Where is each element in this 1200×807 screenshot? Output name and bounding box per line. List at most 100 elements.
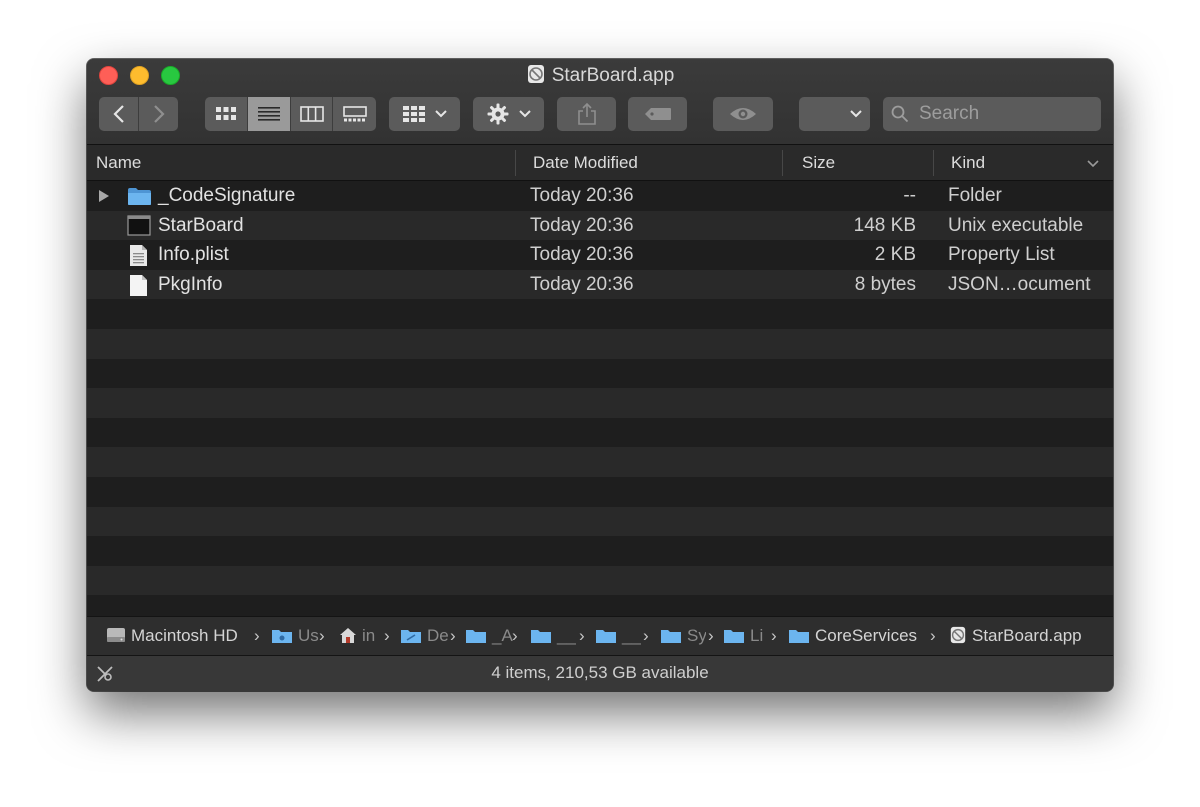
- file-size: 148 KB: [853, 214, 916, 236]
- path-item-folder[interactable]: __: [595, 617, 641, 655]
- empty-row: [87, 565, 1113, 596]
- columns-icon: [299, 106, 324, 122]
- group-by-button[interactable]: [389, 97, 460, 131]
- path-separator: ›: [643, 626, 649, 645]
- quick-look-button[interactable]: [713, 97, 773, 131]
- finder-window: StarBoard.app Search Name Date Modified …: [87, 59, 1113, 691]
- forward-button[interactable]: [139, 97, 178, 131]
- folder-icon: [128, 188, 151, 205]
- table-row[interactable]: Info.plist Today 20:36 2 KB Property Lis…: [87, 240, 1113, 270]
- path-item-users[interactable]: Us: [271, 617, 319, 655]
- list-view-button[interactable]: [248, 97, 291, 131]
- executable-icon: [127, 214, 151, 236]
- window-title: StarBoard.app: [87, 64, 1113, 91]
- search-input[interactable]: [917, 102, 1091, 126]
- path-item-label: StarBoard.app: [972, 626, 1082, 645]
- icon-view-button[interactable]: [205, 97, 248, 131]
- folder-icon: [789, 630, 809, 643]
- status-bar: 4 items, 210,53 GB available: [87, 655, 1113, 691]
- status-text: 4 items, 210,53 GB available: [491, 663, 709, 682]
- folder-icon: [724, 630, 744, 643]
- table-row[interactable]: StarBoard Today 20:36 148 KB Unix execut…: [87, 210, 1113, 241]
- empty-row: [87, 536, 1113, 566]
- tag-icon: [644, 108, 671, 120]
- path-item-label: Sy: [687, 626, 706, 645]
- back-button[interactable]: [99, 97, 139, 131]
- path-item-label: _A: [492, 626, 513, 645]
- folder-icon: [466, 630, 486, 643]
- home-icon: [340, 628, 356, 643]
- title-bar: StarBoard.app: [87, 59, 1113, 145]
- path-item-macintosh-hd[interactable]: Macintosh HD: [106, 617, 256, 655]
- column-name[interactable]: Name: [96, 145, 141, 180]
- folder-icon: [272, 630, 292, 643]
- hard-drive-icon: [107, 628, 125, 642]
- share-button[interactable]: [557, 97, 616, 131]
- path-item-folder[interactable]: _A: [465, 617, 513, 655]
- search-field[interactable]: [883, 97, 1101, 131]
- empty-row: [87, 506, 1113, 537]
- gallery-icon: [342, 106, 367, 122]
- path-item-folder[interactable]: __: [530, 617, 576, 655]
- action-menu-button[interactable]: [473, 97, 544, 131]
- folder-icon: [596, 630, 616, 643]
- file-size: 2 KB: [874, 244, 916, 266]
- file-size: 8 bytes: [854, 273, 916, 295]
- file-date: Today 20:36: [530, 244, 634, 266]
- file-date: Today 20:36: [530, 273, 634, 295]
- path-item-starboard-app[interactable]: StarBoard.app: [949, 617, 1104, 655]
- path-item-label: Li: [750, 626, 764, 645]
- column-kind[interactable]: Kind: [951, 145, 985, 180]
- path-separator: ›: [319, 626, 325, 645]
- path-item-system[interactable]: Sy: [660, 617, 706, 655]
- column-view-button[interactable]: [291, 97, 333, 131]
- path-separator: ›: [512, 626, 518, 645]
- folder-icon: [531, 630, 551, 643]
- path-item-label: CoreServices: [815, 626, 918, 645]
- gallery-view-button[interactable]: [333, 97, 376, 131]
- path-item-home[interactable]: in: [339, 617, 379, 655]
- app-icon: [950, 626, 966, 644]
- path-item-label: De: [427, 626, 448, 645]
- path-item-label: Macintosh HD: [131, 626, 238, 645]
- file-list: _CodeSignature Today 20:36 -- Folder Sta…: [87, 181, 1113, 615]
- table-row[interactable]: PkgInfo Today 20:36 8 bytes JSON…ocument: [87, 269, 1113, 300]
- column-divider[interactable]: [933, 150, 934, 176]
- path-item-label: in: [362, 626, 376, 645]
- chevron-right-icon: [153, 105, 165, 123]
- empty-row: [87, 358, 1113, 389]
- tags-button[interactable]: [628, 97, 687, 131]
- file-kind: JSON…ocument: [948, 273, 1091, 295]
- path-item-label: Us: [298, 626, 319, 645]
- path-separator: ›: [708, 626, 714, 645]
- gear-icon: [487, 103, 508, 125]
- column-size[interactable]: Size: [802, 145, 835, 180]
- column-divider[interactable]: [782, 150, 783, 176]
- file-date: Today 20:36: [530, 214, 634, 236]
- sidebar-toggle-icon[interactable]: [96, 665, 114, 683]
- eye-icon: [730, 108, 756, 120]
- file-name: StarBoard: [158, 214, 244, 236]
- column-divider[interactable]: [515, 150, 516, 176]
- empty-row: [87, 388, 1113, 418]
- file-kind: Unix executable: [948, 214, 1084, 236]
- path-item-label: __: [557, 626, 576, 645]
- group-grid-icon: [402, 106, 425, 122]
- grid-icon: [216, 107, 236, 120]
- path-item-library[interactable]: Li: [723, 617, 769, 655]
- table-row[interactable]: _CodeSignature Today 20:36 -- Folder: [87, 181, 1113, 211]
- chevron-left-icon: [112, 105, 124, 123]
- path-bar: Macintosh HD › Us › in › De › _A › __ › …: [87, 616, 1113, 655]
- file-name: _CodeSignature: [158, 185, 296, 206]
- path-item-label: __: [622, 626, 641, 645]
- file-name: Info.plist: [158, 244, 229, 266]
- disclosure-triangle-icon[interactable]: [99, 190, 109, 202]
- path-item-developer[interactable]: De: [400, 617, 448, 655]
- arrange-dropdown[interactable]: [799, 97, 870, 131]
- search-icon: [891, 105, 909, 123]
- column-date-modified[interactable]: Date Modified: [533, 145, 638, 180]
- plist-file-icon: [130, 245, 147, 267]
- path-item-coreservices[interactable]: CoreServices: [788, 617, 933, 655]
- window-title-text: StarBoard.app: [551, 65, 675, 86]
- path-separator: ›: [254, 626, 260, 645]
